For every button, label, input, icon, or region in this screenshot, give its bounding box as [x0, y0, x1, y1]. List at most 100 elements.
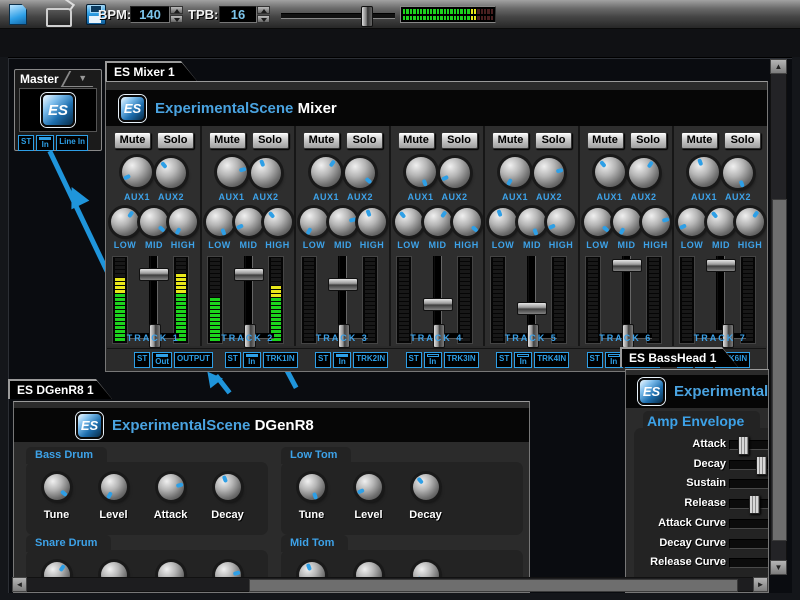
- port-stereo[interactable]: ST: [225, 352, 241, 368]
- horizontal-scrollbar-thumb[interactable]: [249, 579, 738, 592]
- mid-knob[interactable]: [613, 208, 641, 236]
- solo-button[interactable]: Solo: [346, 132, 383, 149]
- Decay-knob[interactable]: [215, 474, 241, 500]
- envelope-slider-track[interactable]: [729, 499, 769, 509]
- volume-fader-handle[interactable]: [328, 278, 358, 291]
- envelope-slider-handle[interactable]: [738, 436, 749, 455]
- volume-fader-handle[interactable]: [234, 268, 264, 281]
- solo-button[interactable]: Solo: [441, 132, 478, 149]
- mid-knob[interactable]: [707, 208, 735, 236]
- high-knob[interactable]: [264, 208, 292, 236]
- scroll-right-button[interactable]: ►: [753, 577, 768, 592]
- tpb-input[interactable]: 16: [219, 6, 257, 23]
- solo-button[interactable]: Solo: [535, 132, 572, 149]
- master-volume-handle[interactable]: [361, 6, 373, 27]
- solo-button[interactable]: Solo: [252, 132, 289, 149]
- tpb-stepper[interactable]: [257, 6, 270, 23]
- Tune-knob[interactable]: [299, 474, 325, 500]
- low-knob[interactable]: [395, 208, 423, 236]
- port-name[interactable]: OUTPUT: [174, 352, 213, 368]
- mute-button[interactable]: Mute: [114, 132, 151, 149]
- port-direction[interactable]: In: [36, 135, 54, 151]
- aux2-knob[interactable]: [723, 158, 753, 188]
- mute-button[interactable]: Mute: [398, 132, 435, 149]
- low-knob[interactable]: [300, 208, 328, 236]
- high-knob[interactable]: [736, 208, 764, 236]
- mute-button[interactable]: Mute: [587, 132, 624, 149]
- envelope-slider-track[interactable]: [729, 539, 769, 549]
- open-file-icon[interactable]: [46, 8, 72, 27]
- port-direction[interactable]: Out: [152, 352, 172, 368]
- Level-knob[interactable]: [101, 474, 127, 500]
- aux2-knob[interactable]: [629, 158, 659, 188]
- aux1-knob[interactable]: [500, 157, 530, 187]
- low-knob[interactable]: [678, 208, 706, 236]
- dgenr8-window-tab[interactable]: ES DGenR8 1: [8, 379, 112, 399]
- solo-button[interactable]: Solo: [157, 132, 194, 149]
- volume-fader-handle[interactable]: [517, 302, 547, 315]
- port-stereo[interactable]: ST: [134, 352, 150, 368]
- volume-fader-track[interactable]: [338, 256, 347, 330]
- envelope-slider-track[interactable]: [729, 558, 769, 568]
- mid-knob[interactable]: [424, 208, 452, 236]
- aux2-knob[interactable]: [156, 158, 186, 188]
- port-name[interactable]: Line In: [56, 135, 88, 151]
- mid-knob[interactable]: [235, 208, 263, 236]
- port-name[interactable]: TRK4IN: [534, 352, 569, 368]
- volume-fader-track[interactable]: [433, 256, 442, 330]
- bpm-stepper[interactable]: [170, 6, 183, 23]
- volume-fader-handle[interactable]: [139, 268, 169, 281]
- volume-fader-handle[interactable]: [423, 298, 453, 311]
- Attack-knob[interactable]: [158, 474, 184, 500]
- aux1-knob[interactable]: [122, 157, 152, 187]
- port-direction[interactable]: In: [243, 352, 261, 368]
- master-dropdown[interactable]: ▼: [60, 71, 101, 87]
- aux1-knob[interactable]: [689, 157, 719, 187]
- basshead-window-tab[interactable]: ES BassHead 1: [620, 347, 738, 367]
- high-knob[interactable]: [642, 208, 670, 236]
- solo-button[interactable]: Solo: [630, 132, 667, 149]
- vertical-scrollbar[interactable]: [770, 59, 787, 575]
- port-name[interactable]: TRK3IN: [444, 352, 479, 368]
- Decay-knob[interactable]: [413, 474, 439, 500]
- high-knob[interactable]: [547, 208, 575, 236]
- port-direction[interactable]: In: [424, 352, 442, 368]
- aux1-knob[interactable]: [406, 157, 436, 187]
- mute-button[interactable]: Mute: [209, 132, 246, 149]
- volume-fader-handle[interactable]: [706, 259, 736, 272]
- aux2-knob[interactable]: [345, 158, 375, 188]
- bpm-input[interactable]: 140: [130, 6, 170, 23]
- port-direction[interactable]: In: [333, 352, 351, 368]
- aux1-knob[interactable]: [217, 157, 247, 187]
- low-knob[interactable]: [584, 208, 612, 236]
- scroll-up-button[interactable]: ▲: [770, 59, 787, 74]
- port-name[interactable]: TRK1IN: [263, 352, 298, 368]
- port-stereo[interactable]: ST: [406, 352, 422, 368]
- low-knob[interactable]: [111, 208, 139, 236]
- aux1-knob[interactable]: [595, 157, 625, 187]
- port-stereo[interactable]: ST: [18, 135, 34, 151]
- horizontal-scrollbar[interactable]: [12, 577, 768, 592]
- master-volume-slider[interactable]: [281, 13, 395, 19]
- high-knob[interactable]: [169, 208, 197, 236]
- envelope-slider-track[interactable]: [729, 519, 769, 529]
- mute-button[interactable]: Mute: [492, 132, 529, 149]
- new-file-icon[interactable]: [9, 4, 27, 25]
- volume-fader-track[interactable]: [527, 256, 536, 330]
- envelope-slider-track[interactable]: [729, 460, 769, 470]
- scroll-left-button[interactable]: ◄: [12, 577, 27, 592]
- low-knob[interactable]: [489, 208, 517, 236]
- high-knob[interactable]: [358, 208, 386, 236]
- solo-button[interactable]: Solo: [724, 132, 761, 149]
- Tune-knob[interactable]: [44, 474, 70, 500]
- aux2-knob[interactable]: [251, 158, 281, 188]
- port-stereo[interactable]: ST: [496, 352, 512, 368]
- high-knob[interactable]: [453, 208, 481, 236]
- scroll-down-button[interactable]: ▼: [770, 560, 787, 575]
- volume-fader-handle[interactable]: [612, 259, 642, 272]
- mixer-window-tab[interactable]: ES Mixer 1: [105, 61, 197, 81]
- port-direction[interactable]: In: [514, 352, 532, 368]
- low-knob[interactable]: [206, 208, 234, 236]
- mid-knob[interactable]: [140, 208, 168, 236]
- envelope-slider-handle[interactable]: [749, 495, 760, 514]
